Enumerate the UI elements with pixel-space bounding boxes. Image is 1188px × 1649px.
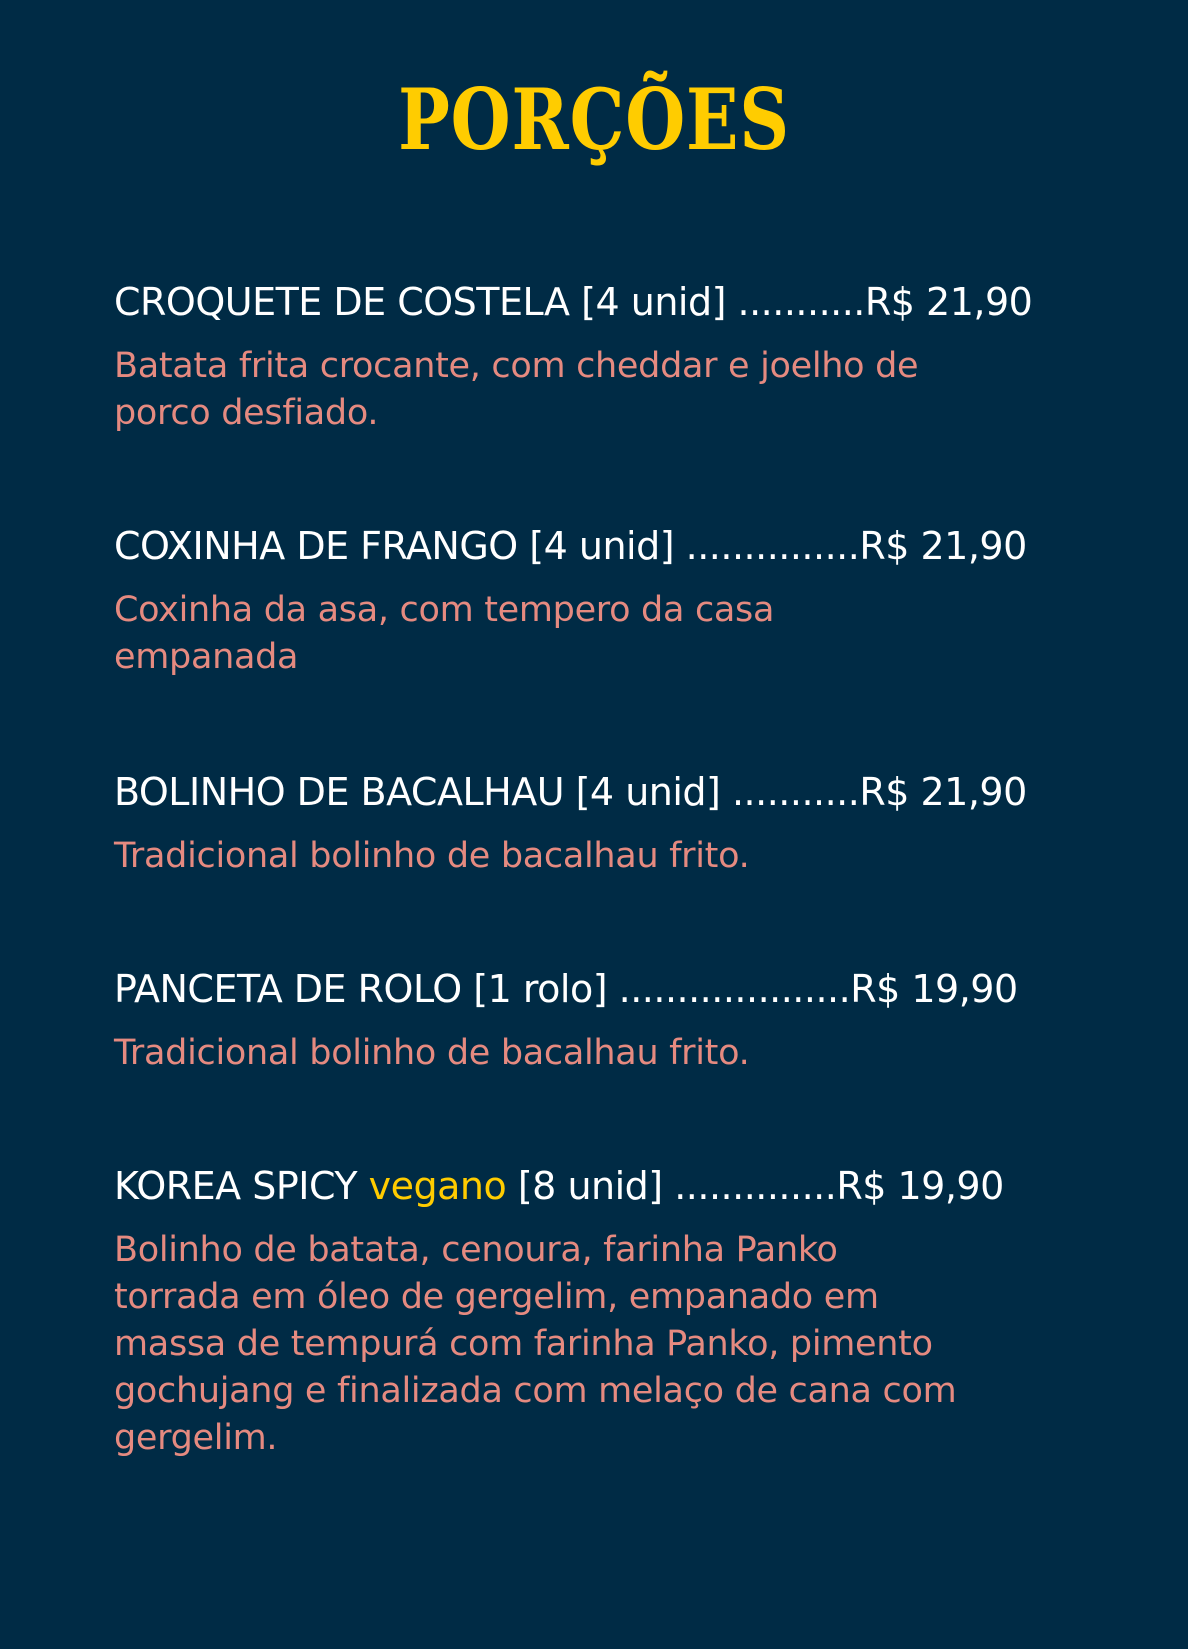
- menu-item-price: R$ 21,90: [859, 770, 1027, 814]
- menu-item-heading: BOLINHO DE BACALHAU [4 unid] ...........…: [114, 769, 1074, 815]
- menu-item-price: R$ 19,90: [836, 1164, 1004, 1208]
- menu-item-leader: ...........: [731, 770, 860, 814]
- menu-item-description: Batata frita crocante, com cheddar e joe…: [114, 343, 1074, 437]
- menu-item-quantity: [1 rolo]: [473, 967, 608, 1011]
- menu-page: PORÇÕES CROQUETE DE COSTELA [4 unid] ...…: [0, 0, 1188, 1649]
- menu-item-price: R$ 19,90: [850, 967, 1018, 1011]
- menu-item: BOLINHO DE BACALHAU [4 unid] ...........…: [114, 769, 1074, 880]
- menu-item-description: Tradicional bolinho de bacalhau frito.: [114, 1030, 1074, 1077]
- menu-item: CROQUETE DE COSTELA [4 unid] ...........…: [114, 279, 1074, 437]
- description-line: Coxinha da asa, com tempero da casa: [114, 590, 775, 630]
- menu-item: KOREA SPICY vegano [8 unid] ............…: [114, 1163, 1074, 1462]
- page-title: PORÇÕES: [398, 70, 790, 169]
- menu-item: PANCETA DE ROLO [1 rolo] ...............…: [114, 966, 1074, 1077]
- vegan-tag: vegano: [368, 1164, 507, 1208]
- menu-item-price: R$ 21,90: [859, 524, 1027, 568]
- menu-item-description: Tradicional bolinho de bacalhau frito.: [114, 833, 1074, 880]
- menu-item-price: R$ 21,90: [864, 280, 1033, 324]
- menu-item-name: PANCETA DE ROLO: [114, 967, 462, 1011]
- menu-item-name: COXINHA DE FRANGO: [114, 524, 518, 568]
- menu-item-description: Coxinha da asa, com tempero da casa empa…: [114, 587, 1074, 681]
- description-line: gochujang e finalizada com melaço de can…: [114, 1371, 957, 1411]
- menu-item-leader: ..............: [674, 1164, 837, 1208]
- menu-item-leader: ...............: [685, 524, 860, 568]
- menu-item-description: Bolinho de batata, cenoura, farinha Pank…: [114, 1227, 1074, 1462]
- description-line: Bolinho de batata, cenoura, farinha Pank…: [114, 1230, 838, 1270]
- menu-item-leader: ....................: [618, 967, 851, 1011]
- description-line: Tradicional bolinho de bacalhau frito.: [114, 836, 750, 876]
- menu-item-heading: COXINHA DE FRANGO [4 unid] .............…: [114, 523, 1074, 569]
- menu-item-quantity: [4 unid]: [581, 280, 726, 324]
- description-line: empanada: [114, 637, 299, 677]
- menu-item-name: CROQUETE DE COSTELA: [114, 280, 570, 324]
- menu-item-heading: PANCETA DE ROLO [1 rolo] ...............…: [114, 966, 1074, 1012]
- menu-item-name: BOLINHO DE BACALHAU: [114, 770, 565, 814]
- description-line: torrada em óleo de gergelim, empanado em: [114, 1277, 879, 1317]
- description-line: gergelim.: [114, 1418, 278, 1458]
- description-line: Tradicional bolinho de bacalhau frito.: [114, 1033, 750, 1073]
- description-line: porco desfiado.: [114, 393, 379, 433]
- menu-item-heading: CROQUETE DE COSTELA [4 unid] ...........…: [114, 279, 1074, 325]
- menu-item-heading: KOREA SPICY vegano [8 unid] ............…: [114, 1163, 1074, 1209]
- menu-item-leader: ...........: [737, 280, 866, 324]
- description-line: massa de tempurá com farinha Panko, pime…: [114, 1324, 933, 1364]
- menu-item-name: KOREA SPICY: [114, 1164, 358, 1208]
- menu-item-quantity: [4 unid]: [529, 524, 675, 568]
- menu-item: COXINHA DE FRANGO [4 unid] .............…: [114, 523, 1074, 681]
- description-line: Batata frita crocante, com cheddar e joe…: [114, 346, 919, 386]
- menu-item-quantity: [4 unid]: [575, 770, 721, 814]
- menu-item-quantity: [8 unid]: [517, 1164, 663, 1208]
